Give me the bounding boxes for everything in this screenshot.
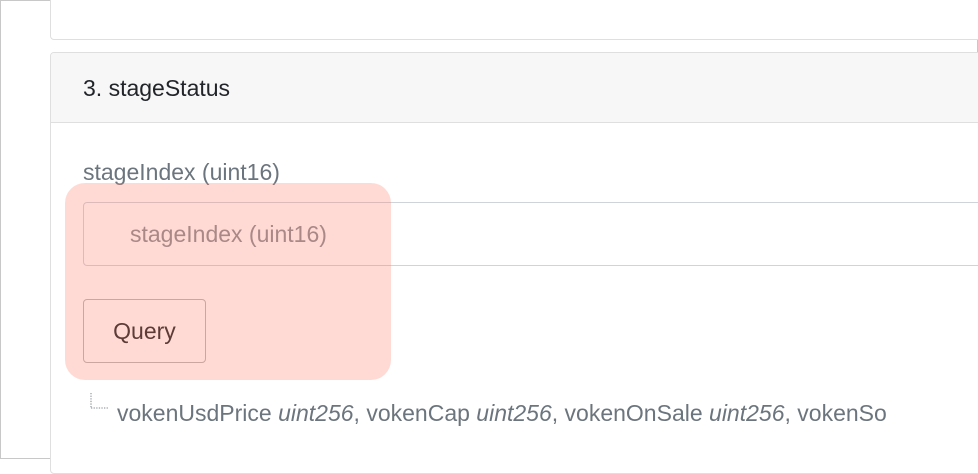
output-type: uint256 xyxy=(709,400,785,426)
tree-branch-icon xyxy=(90,393,108,409)
output-name: vokenUsdPrice xyxy=(117,400,272,426)
stage-index-label: stageIndex (uint16) xyxy=(83,159,280,185)
output-separator: , xyxy=(353,400,367,426)
output-name: vokenCap xyxy=(366,400,470,426)
function-card: 3. stageStatus stageIndex (uint16) Query… xyxy=(50,52,978,474)
query-button[interactable]: Query xyxy=(83,299,206,363)
output-type: uint256 xyxy=(278,400,354,426)
card-title: 3. stageStatus xyxy=(83,75,231,101)
card-header[interactable]: 3. stageStatus xyxy=(51,53,978,123)
output-type: uint256 xyxy=(476,400,552,426)
stage-index-input[interactable] xyxy=(83,202,978,266)
output-signature: vokenUsdPrice uint256, vokenCap uint256,… xyxy=(117,399,887,427)
output-separator: , xyxy=(551,400,565,426)
output-name: vokenOnSale xyxy=(564,400,703,426)
output-separator: , xyxy=(784,400,798,426)
previous-card xyxy=(50,0,978,40)
output-name: vokenSo xyxy=(797,400,887,426)
